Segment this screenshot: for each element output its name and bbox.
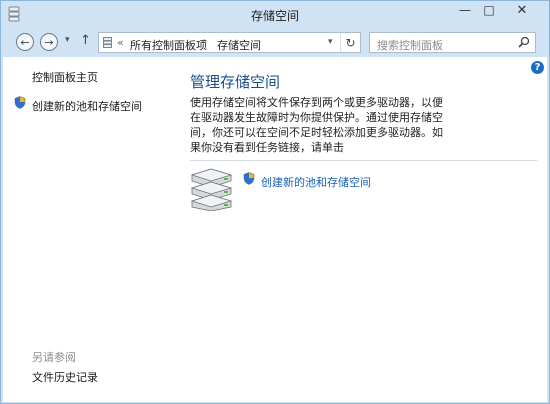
address-bar[interactable]: « 所有控制面板项 › 存储空间 ▾ ↻ — [98, 32, 361, 53]
uac-shield-icon — [14, 96, 26, 109]
minimize-button[interactable]: — — [453, 1, 477, 19]
search-placeholder: 搜索控制面板 — [377, 39, 443, 52]
close-button[interactable]: ✕ — [501, 1, 543, 19]
control-panel-icon — [103, 37, 112, 48]
help-icon[interactable]: ? — [531, 61, 544, 74]
uac-shield-icon — [243, 172, 255, 185]
breadcrumb-all-items[interactable]: 所有控制面板项 — [130, 37, 207, 53]
address-chevron-icon[interactable]: « — [117, 36, 124, 49]
divider — [190, 160, 537, 161]
file-history-link[interactable]: 文件历史记录 — [32, 369, 98, 385]
recent-locations-button[interactable]: ▾ — [65, 35, 70, 45]
forward-button[interactable]: → — [40, 33, 58, 51]
refresh-button[interactable]: ↻ — [340, 33, 360, 52]
title-bar[interactable]: 存储空间 — □ ✕ — [1, 1, 549, 28]
content-pane: ? 控制面板主页 创建新的池和存储空间 另请参阅 文件历史记录 管理存储空间 使… — [3, 57, 547, 402]
up-button[interactable]: ↑ — [80, 33, 91, 48]
navigation-bar: ← → ▾ ↑ « 所有控制面板项 › 存储空间 ▾ ↻ 搜索控制面板 — [1, 28, 549, 57]
page-title: 管理存储空间 — [190, 73, 281, 91]
address-dropdown-icon[interactable]: ▾ — [328, 37, 333, 47]
maximize-button[interactable]: □ — [477, 1, 501, 19]
storage-spaces-window: 存储空间 — □ ✕ ← → ▾ ↑ « 所有控制面板项 › 存储空间 ▾ ↻ … — [0, 0, 550, 404]
page-description: 使用存储空间将文件保存到两个或更多驱动器，以便在驱动器发生故障时为你提供保护。通… — [190, 96, 443, 154]
storage-drives-icon — [190, 168, 233, 211]
see-also-heading: 另请参阅 — [32, 351, 76, 364]
create-pool-link[interactable]: 创建新的池和存储空间 — [261, 174, 371, 190]
sidebar-create-pool-link[interactable]: 创建新的池和存储空间 — [32, 98, 142, 114]
back-button[interactable]: ← — [16, 33, 34, 51]
search-input[interactable]: 搜索控制面板 — [369, 32, 536, 53]
search-icon[interactable] — [518, 36, 530, 48]
breadcrumb-storage-spaces[interactable]: 存储空间 — [217, 37, 261, 53]
control-panel-home-link[interactable]: 控制面板主页 — [32, 69, 98, 85]
window-controls: — □ ✕ — [453, 1, 543, 21]
breadcrumb-separator-icon[interactable]: › — [203, 36, 207, 47]
